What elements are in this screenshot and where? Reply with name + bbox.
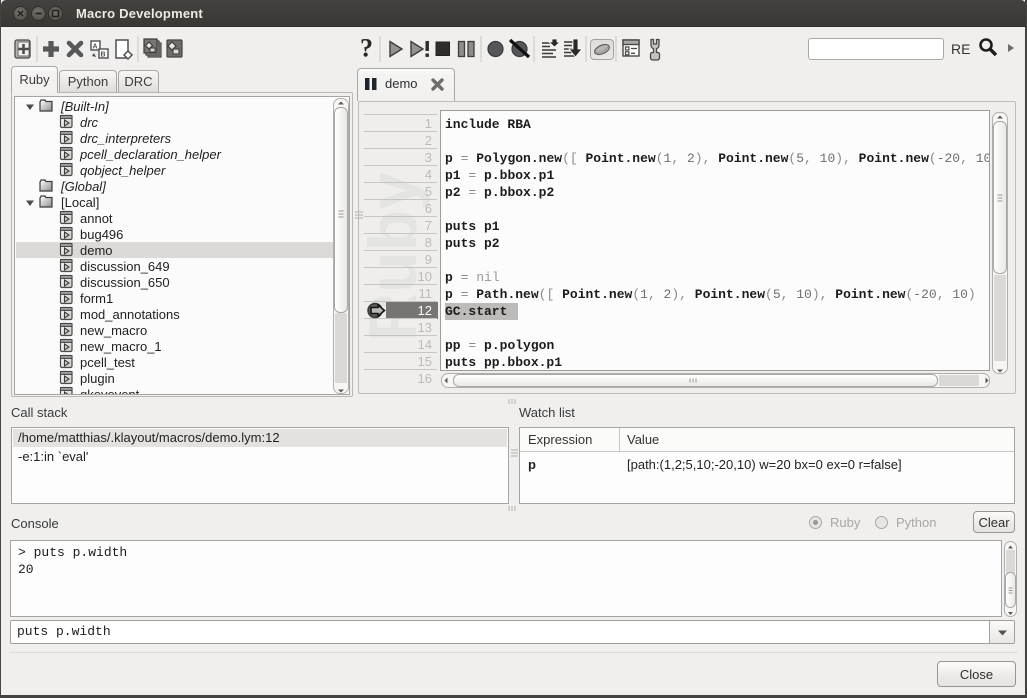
svg-text:A: A [93, 44, 98, 51]
svg-text:?: ? [360, 34, 373, 63]
svg-text:B: B [101, 52, 106, 59]
